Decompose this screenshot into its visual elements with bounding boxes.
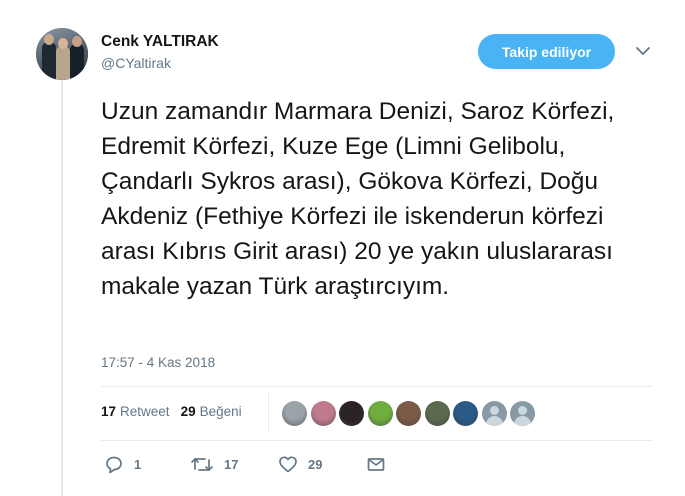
retweet-stat-label: Retweet [120,404,170,419]
liker-avatar[interactable] [310,401,336,426]
chevron-down-icon[interactable] [634,44,652,58]
liker-avatar[interactable] [367,401,393,426]
retweet-count: 17 [224,457,239,472]
stats-separator [268,392,269,432]
reply-button[interactable]: 1 [104,455,141,474]
like-stat-count: 29 [180,404,196,419]
tweet-text: Uzun zamandır Marmara Denizi, Saroz Körf… [101,98,615,300]
like-button[interactable]: 29 [278,455,322,474]
liker-avatar[interactable] [510,401,535,426]
avatar[interactable] [36,28,88,80]
user-name[interactable]: Cenk YALTIRAK [101,33,219,51]
tweet-stats: 17 Retweet 29 Beğeni [101,404,253,419]
tweet-actions: 1 17 29 [101,455,401,477]
tweet-timestamp[interactable]: 17:57 - 4 Kas 2018 [101,355,215,370]
retweet-icon [191,458,213,471]
envelope-icon [367,458,385,471]
direct-message-button[interactable] [366,455,386,474]
liker-avatars [282,401,535,426]
reply-icon [106,456,122,474]
thread-line [61,80,63,496]
reply-count: 1 [134,457,142,472]
liker-avatar[interactable] [339,401,364,426]
liker-avatar[interactable] [396,401,421,426]
divider [101,440,652,441]
retweet-stat-count: 17 [101,404,117,419]
like-stat-label: Beğeni [199,404,242,419]
liker-avatar[interactable] [282,401,307,426]
liker-avatar[interactable] [453,401,478,426]
user-handle[interactable]: @CYaltirak [101,55,171,71]
like-count: 29 [308,457,323,472]
liker-avatar[interactable] [481,401,507,426]
heart-icon [279,456,297,473]
retweet-button[interactable]: 17 [190,455,238,474]
divider [101,386,652,387]
retweet-stat[interactable]: 17 Retweet [101,404,170,419]
liker-avatar[interactable] [424,401,450,426]
like-stat[interactable]: 29 Beğeni [181,404,242,419]
following-button[interactable]: Takip ediliyor [478,34,615,69]
